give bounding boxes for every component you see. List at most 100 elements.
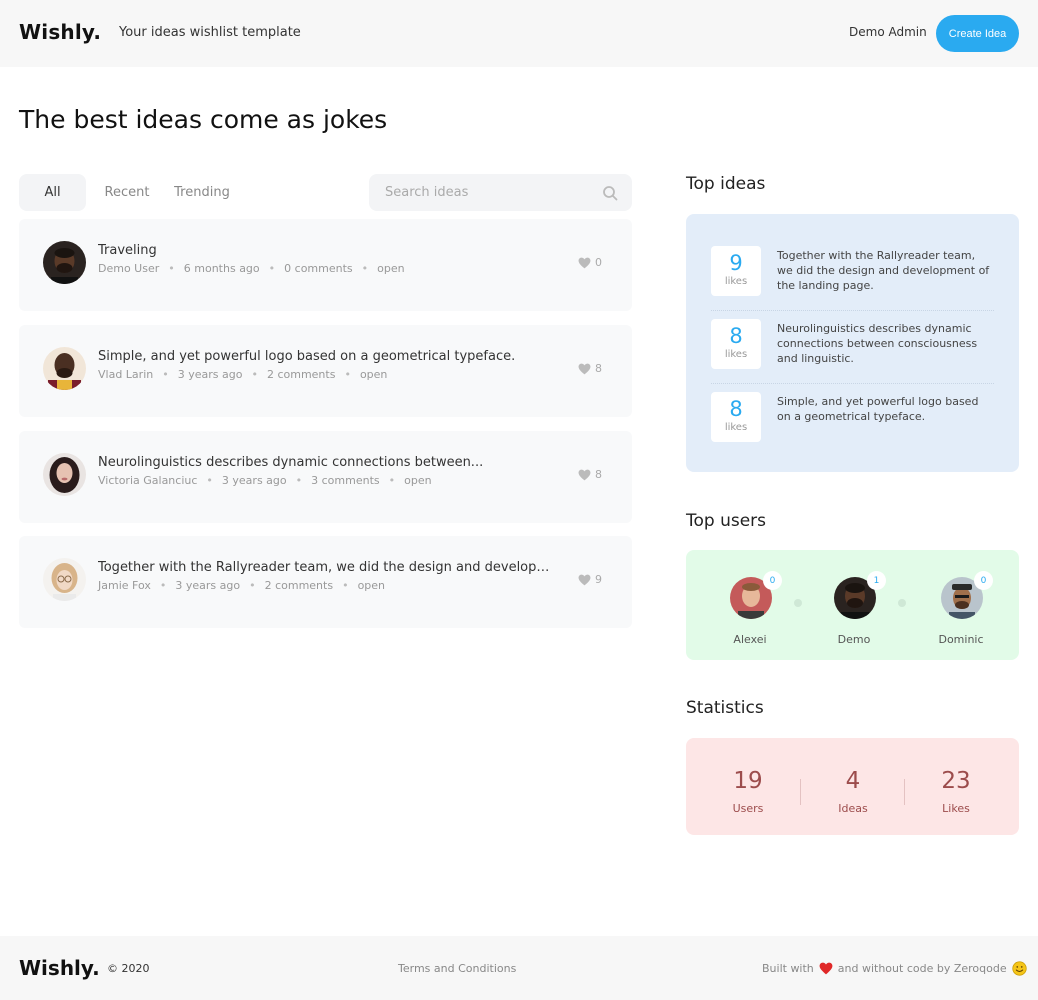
avatar: 0 [941,571,993,619]
create-idea-button[interactable]: Create Idea [936,15,1019,52]
avatar [43,347,86,390]
idea-like-button[interactable]: 8 [578,468,602,481]
stat-users: 19 Users [703,768,793,815]
search-box [369,174,632,211]
idea-like-button[interactable]: 0 [578,256,602,269]
stat-ideas: 4 Ideas [808,768,898,815]
built-suffix[interactable]: and without code by Zeroqode [838,962,1007,975]
heart-icon [819,962,833,975]
top-idea-item[interactable]: 8 likes Neurolinguistics describes dynam… [711,311,994,384]
tab-all[interactable]: All [19,174,86,211]
likes-count: 8 [729,324,743,348]
user-menu[interactable]: Demo Admin [849,25,927,39]
idea-like-count: 0 [595,256,602,269]
idea-author[interactable]: Demo User [98,262,159,275]
separator-dot [794,599,802,607]
idea-status: open [357,579,386,592]
top-ideas-heading: Top ideas [686,174,766,194]
likes-label: likes [724,349,748,360]
top-idea-text[interactable]: Simple, and yet powerful logo based on a… [777,394,992,424]
user-idea-count: 0 [763,571,782,590]
top-idea-text[interactable]: Neurolinguistics describes dynamic conne… [777,321,992,366]
idea-status: open [404,474,432,487]
idea-card[interactable]: Neurolinguistics describes dynamic conne… [19,431,632,523]
likes-badge: 9 likes [711,246,761,296]
idea-author[interactable]: Victoria Galanciuc [98,474,197,487]
likes-label: likes [724,276,748,287]
search-input[interactable] [369,174,594,211]
stat-label: Ideas [838,802,868,815]
tab-recent[interactable]: Recent [95,174,159,211]
separator-dot [898,599,906,607]
stat-likes: 23 Likes [911,768,1001,815]
top-users-heading: Top users [686,511,767,531]
top-user[interactable]: 1 Demo [814,571,894,646]
idea-comments[interactable]: 0 comments [284,262,353,275]
footer-logo[interactable]: Wishly. [19,956,100,980]
footer: Wishly. © 2020 Terms and Conditions Buil… [0,936,1038,1000]
top-idea-item[interactable]: 8 likes Simple, and yet powerful logo ba… [711,384,994,457]
idea-comments[interactable]: 3 comments [311,474,380,487]
idea-meta: Vlad Larin • 3 years ago • 2 comments • open [98,368,388,381]
idea-card[interactable]: Traveling Demo User • 6 months ago • 0 comme… [19,219,632,311]
tab-trending[interactable]: Trending [169,174,235,211]
avatar: 1 [834,571,886,619]
idea-author[interactable]: Jamie Fox [98,579,151,592]
heart-icon [578,574,591,585]
stat-label: Likes [942,802,970,815]
likes-label: likes [724,422,748,433]
page-title: The best ideas come as jokes [19,105,388,134]
idea-time: 6 months ago [183,262,260,275]
idea-card[interactable]: Together with the Rallyreader team, we d… [19,536,632,628]
idea-title[interactable]: Neurolinguistics describes dynamic conne… [98,455,483,470]
idea-title[interactable]: Together with the Rallyreader team, we d… [98,560,558,575]
idea-comments[interactable]: 2 comments [267,368,336,381]
idea-time: 3 years ago [221,474,287,487]
tagline: Your ideas wishlist template [119,25,301,40]
idea-like-button[interactable]: 9 [578,573,602,586]
idea-card[interactable]: Simple, and yet powerful logo based on a… [19,325,632,417]
idea-meta: Victoria Galanciuc • 3 years ago • 3 comment… [98,474,432,487]
header: Wishly. Your ideas wishlist template Dem… [0,0,1038,67]
user-name[interactable]: Alexei [710,633,790,646]
top-user[interactable]: 0 Alexei [710,571,790,646]
heart-icon [578,363,591,374]
avatar [43,558,86,601]
search-icon[interactable] [602,185,618,201]
top-idea-text[interactable]: Together with the Rallyreader team, we d… [777,248,992,293]
idea-author[interactable]: Vlad Larin [98,368,153,381]
stat-label: Users [732,802,764,815]
idea-title[interactable]: Traveling [98,243,157,258]
avatar [43,453,86,496]
top-user[interactable]: 0 Dominic [921,571,1001,646]
idea-like-button[interactable]: 8 [578,362,602,375]
likes-count: 9 [729,251,743,275]
logo[interactable]: Wishly. [19,20,101,44]
heart-icon [578,469,591,480]
user-name[interactable]: Demo [814,633,894,646]
stat-value: 23 [941,768,971,794]
built-with: Built with and without code by Zeroqode [762,961,1027,976]
statistics-card: 19 Users 4 Ideas 23 Likes [686,738,1019,835]
idea-like-count: 8 [595,468,602,481]
top-idea-item[interactable]: 9 likes Together with the Rallyreader te… [711,238,994,311]
idea-comments[interactable]: 2 comments [265,579,334,592]
idea-title[interactable]: Simple, and yet powerful logo based on a… [98,349,515,364]
idea-meta: Jamie Fox • 3 years ago • 2 comments • open [98,579,386,592]
user-idea-count: 0 [974,571,993,590]
avatar [43,241,86,284]
terms-link[interactable]: Terms and Conditions [398,962,516,975]
heart-icon [578,257,591,268]
user-name[interactable]: Dominic [921,633,1001,646]
idea-status: open [377,262,405,275]
stat-value: 19 [733,768,763,794]
smiley-icon [1012,961,1027,976]
idea-like-count: 8 [595,362,602,375]
stat-divider [904,779,905,805]
built-prefix: Built with [762,962,814,975]
stat-divider [800,779,801,805]
idea-time: 3 years ago [177,368,243,381]
top-users-card: 0 Alexei 1 Demo 0 Dominic [686,550,1019,660]
copyright: © 2020 [107,962,150,975]
idea-status: open [359,368,388,381]
